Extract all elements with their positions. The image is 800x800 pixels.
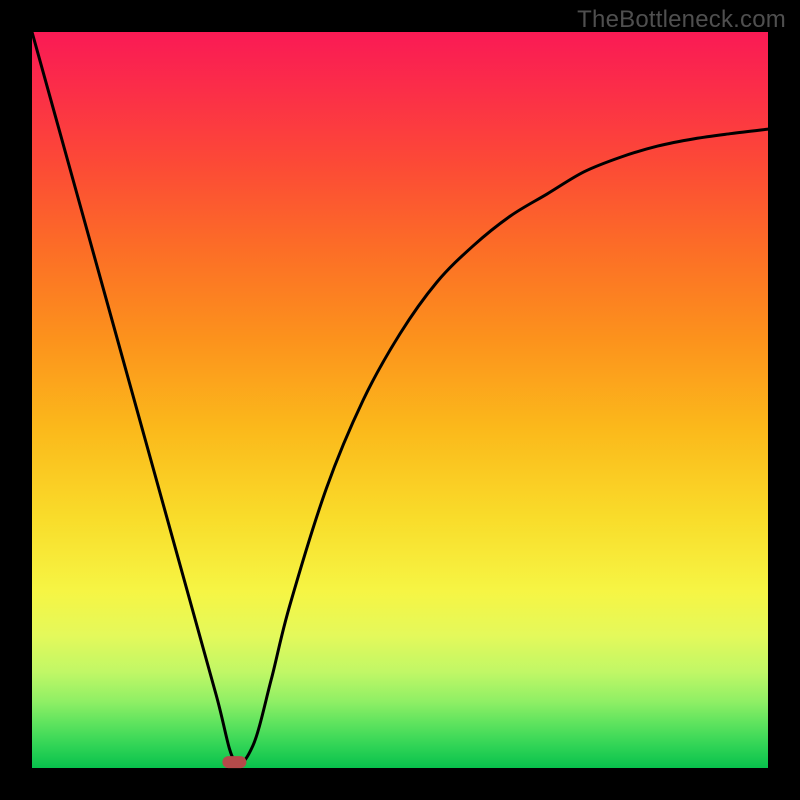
curve-layer [32, 32, 768, 768]
chart-frame: TheBottleneck.com [0, 0, 800, 800]
plot-area [32, 32, 768, 768]
watermark-text: TheBottleneck.com [577, 6, 786, 34]
optimal-point-marker [222, 756, 246, 768]
bottleneck-curve [32, 32, 768, 764]
